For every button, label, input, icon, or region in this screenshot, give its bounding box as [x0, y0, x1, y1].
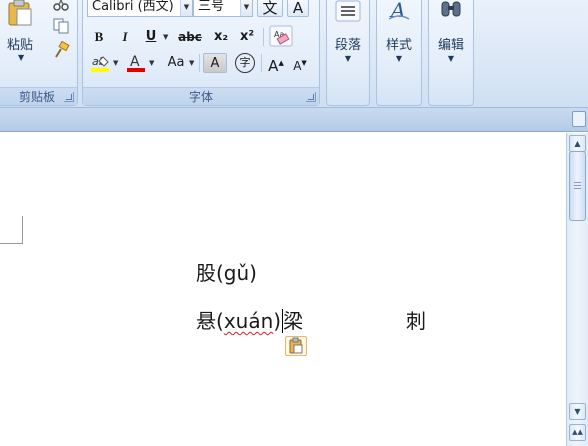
underline-dropdown-icon[interactable]: ▼	[163, 33, 168, 41]
subscript-button[interactable]: x₂	[209, 27, 233, 47]
highlighter-icon: ab	[91, 55, 109, 72]
grow-font-button[interactable]: A▲	[265, 53, 287, 75]
underline-button[interactable]: U	[141, 27, 161, 47]
grip-line	[574, 185, 581, 186]
italic-label: I	[122, 29, 128, 44]
phonetic-guide-button[interactable]: 文	[257, 0, 283, 17]
paste-button[interactable]: 粘贴	[7, 34, 33, 53]
font-size-combo[interactable]: 三号 ▼	[193, 0, 253, 17]
view-ruler-icon[interactable]	[572, 111, 586, 127]
line2-prefix: 悬(	[196, 309, 224, 333]
paste-icon[interactable]	[5, 0, 35, 27]
shrink-font-button[interactable]: A▼	[289, 53, 311, 73]
editing-group[interactable]: 编辑 ▼	[428, 0, 474, 106]
highlight-color-button[interactable]: ab	[89, 53, 111, 73]
previous-page-icon[interactable]: ▲▲	[569, 424, 586, 441]
change-case-dropdown-icon[interactable]: ▼	[189, 59, 194, 67]
copy-icon[interactable]	[51, 17, 71, 35]
margin-crop-mark	[0, 216, 23, 244]
document-line-2-far[interactable]: 刺	[406, 305, 426, 334]
styles-label: 样式	[385, 38, 412, 53]
line2-after-caret: 梁	[283, 309, 304, 333]
strikethrough-label: abc	[178, 30, 202, 44]
cut-icon[interactable]	[51, 0, 71, 13]
chevron-down-icon: ▼	[344, 54, 352, 63]
paragraph-group[interactable]: 段落 ▼	[326, 0, 370, 106]
enclose-characters-button[interactable]: 字	[233, 53, 257, 73]
chevron-down-icon: ▼	[447, 54, 455, 63]
vertical-scrollbar[interactable]: ▲ ▼ ▲▲	[566, 133, 588, 446]
line2-close: )	[273, 309, 282, 333]
scrollbar-thumb[interactable]	[569, 151, 586, 221]
styles-icon: A	[388, 0, 410, 22]
font-name-combo[interactable]: Calibri (西文) ▼	[87, 0, 193, 17]
change-case-label: Aa	[167, 55, 185, 70]
clipboard-group: 粘贴 ▼ 剪贴板	[0, 0, 78, 106]
chevron-down-icon[interactable]: ▼	[240, 0, 252, 16]
character-shading-label: A	[210, 56, 220, 71]
grow-font-label: A	[268, 57, 279, 75]
binoculars-icon	[441, 1, 461, 17]
scroll-up-icon[interactable]: ▲	[569, 135, 586, 152]
highlight-dropdown-icon[interactable]: ▼	[113, 59, 118, 67]
document-line-1[interactable]: 股(gǔ)	[196, 257, 257, 286]
font-size-value: 三号	[198, 0, 225, 14]
document-page[interactable]: 股(gǔ) 悬(xuán) 梁 刺	[0, 133, 566, 446]
font-color-dropdown-icon[interactable]: ▼	[149, 59, 154, 67]
svg-text:A: A	[389, 0, 405, 22]
document-line-2[interactable]: 悬(xuán) 梁	[196, 305, 303, 334]
bold-button[interactable]: B	[89, 27, 109, 47]
clipboard-dialog-launcher-icon[interactable]	[64, 92, 74, 102]
paste-options-icon	[289, 337, 303, 354]
scroll-down-icon[interactable]: ▼	[569, 403, 586, 420]
separator	[199, 54, 200, 72]
spelling-error-word[interactable]: xuán	[224, 309, 273, 333]
styles-group[interactable]: A 样式 ▼	[376, 0, 422, 106]
format-painter-icon[interactable]	[51, 41, 71, 59]
paragraph-icon	[335, 0, 361, 22]
font-name-value: Calibri (西文)	[92, 0, 174, 14]
enclose-characters-label: 字	[235, 53, 255, 73]
underline-label: U	[145, 29, 157, 44]
character-border-button[interactable]: A	[287, 0, 309, 17]
phonetic-guide-label: 文	[262, 0, 278, 17]
grip-line	[574, 188, 581, 189]
font-dialog-launcher-icon[interactable]	[306, 92, 316, 102]
ruler-band	[0, 108, 588, 132]
font-color-button[interactable]: A	[125, 53, 147, 73]
chevron-down-icon: ▼	[395, 54, 403, 63]
paragraph-label: 段落	[334, 38, 361, 53]
font-color-icon: A	[127, 54, 145, 72]
separator	[263, 28, 264, 46]
italic-button[interactable]: I	[115, 27, 135, 47]
paste-dropdown-icon[interactable]: ▼	[18, 53, 24, 62]
subscript-label: x₂	[213, 29, 229, 44]
font-group: Calibri (西文) ▼ 三号 ▼ 文 A B I U ▼ abc x₂ x…	[82, 0, 320, 106]
strikethrough-button[interactable]: abc	[175, 27, 205, 47]
character-shading-button[interactable]: A	[203, 53, 227, 73]
change-case-button[interactable]: Aa	[163, 53, 189, 73]
clear-formatting-icon[interactable]: Aa	[269, 25, 293, 47]
svg-text:A: A	[130, 54, 140, 70]
superscript-button[interactable]: x²	[235, 27, 259, 47]
grip-line	[574, 182, 581, 183]
editing-label: 编辑	[437, 38, 464, 53]
chevron-down-icon[interactable]: ▼	[180, 0, 192, 16]
superscript-label: x²	[239, 29, 255, 44]
paste-options-button[interactable]	[285, 336, 307, 356]
ribbon: 粘贴 ▼ 剪贴板 Calibri (西文) ▼ 三号 ▼ 文 A B I U ▼…	[0, 0, 588, 108]
font-group-title: 字体	[83, 87, 319, 105]
separator	[261, 54, 262, 72]
bold-label: B	[94, 29, 104, 44]
